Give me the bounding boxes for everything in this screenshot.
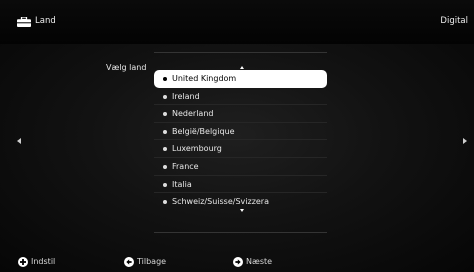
title-bar: Land Digital	[0, 0, 474, 44]
country-item-ireland[interactable]: Ireland	[154, 88, 327, 106]
suitcase-icon	[17, 17, 31, 27]
bullet-icon	[163, 200, 167, 205]
arrow-right-icon[interactable]	[463, 138, 467, 144]
next-label: Næste	[246, 257, 273, 266]
bullet-icon	[163, 164, 167, 169]
page-title: Land	[35, 16, 56, 26]
country-list[interactable]: United Kingdom Ireland Nederland België/…	[154, 70, 327, 211]
bullet-icon	[163, 129, 167, 134]
set-label: Indstil	[31, 257, 56, 266]
country-item-belgie[interactable]: België/Belgique	[154, 123, 327, 141]
list-top-divider	[154, 52, 327, 53]
bullet-icon	[163, 94, 167, 99]
bullet-icon	[163, 147, 167, 152]
country-item-luxembourg[interactable]: Luxembourg	[154, 140, 327, 158]
footer-bar: Indstil Tilbage Næste	[0, 252, 474, 272]
select-country-label: Vælg land	[106, 63, 147, 72]
right-arrow-circle-icon	[233, 257, 243, 267]
country-label: Luxembourg	[172, 144, 222, 154]
country-item-italia[interactable]: Italia	[154, 176, 327, 194]
country-label: France	[172, 161, 199, 171]
scroll-down-icon[interactable]	[240, 209, 244, 212]
country-label: België/Belgique	[172, 126, 235, 136]
bullet-icon	[163, 77, 167, 81]
country-label: Ireland	[172, 91, 200, 101]
bullet-icon	[163, 182, 167, 187]
bullet-icon	[163, 112, 167, 117]
plus-circle-icon	[18, 257, 28, 267]
scroll-up-icon[interactable]	[240, 66, 244, 69]
country-item-united-kingdom[interactable]: United Kingdom	[154, 70, 327, 88]
screen: Land Digital Vælg land United Kingdom Ir…	[0, 0, 474, 272]
list-bottom-divider	[154, 232, 327, 233]
country-label: Schweiz/Suisse/Svizzera	[172, 197, 269, 207]
country-label: United Kingdom	[172, 74, 237, 83]
country-label: Italia	[172, 179, 192, 189]
country-label: Nederland	[172, 109, 214, 119]
left-arrow-circle-icon	[124, 257, 134, 267]
arrow-left-icon[interactable]	[17, 138, 21, 144]
country-item-france[interactable]: France	[154, 158, 327, 176]
back-label: Tilbage	[137, 257, 167, 266]
country-item-nederland[interactable]: Nederland	[154, 105, 327, 123]
mode-indicator: Digital	[440, 16, 468, 26]
